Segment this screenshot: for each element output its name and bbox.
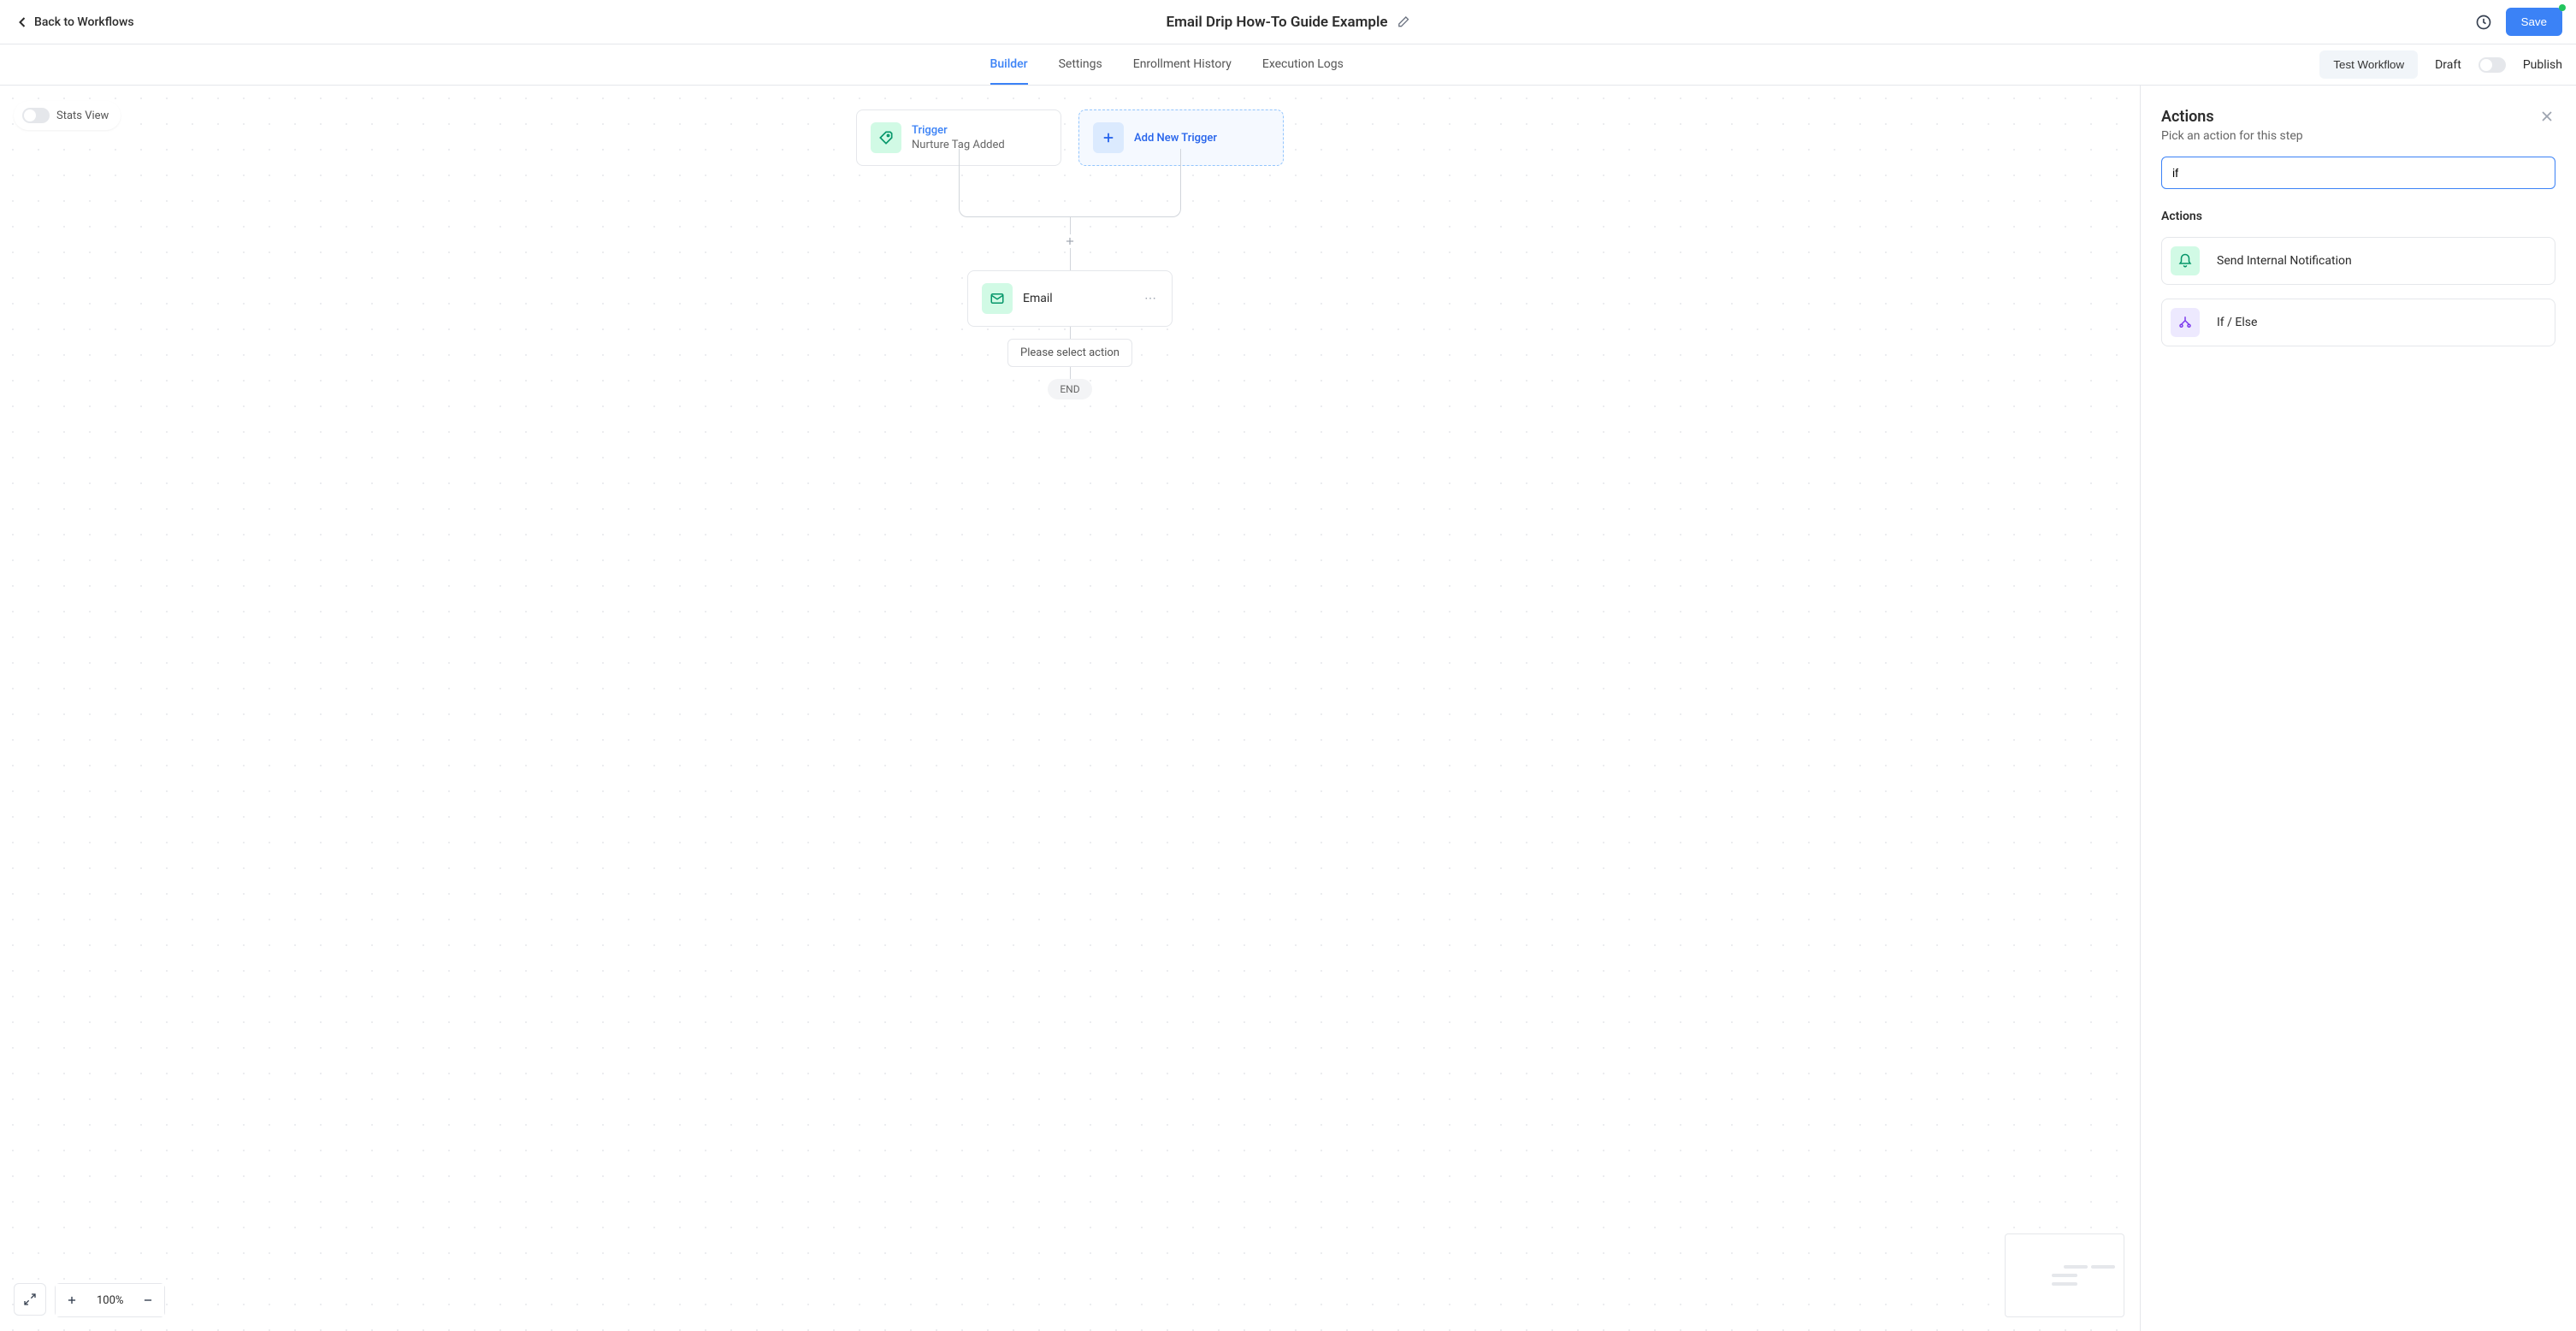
action-send-internal-notification[interactable]: Send Internal Notification [2161,237,2555,285]
email-node-label: Email [1023,292,1053,305]
split-icon [2171,308,2200,337]
save-label: Save [2521,15,2547,28]
test-workflow-button[interactable]: Test Workflow [2319,50,2418,79]
publish-label: Publish [2523,58,2562,72]
tab-enrollment-history[interactable]: Enrollment History [1133,45,1232,85]
save-button[interactable]: Save [2506,8,2562,36]
stats-view-toggle[interactable]: Stats View [14,101,121,130]
node-menu-icon[interactable]: ⋯ [1144,292,1158,305]
bell-icon [2171,246,2200,275]
chevron-left-icon [14,14,31,31]
back-label: Back to Workflows [34,15,134,29]
publish-toggle[interactable] [2479,57,2506,73]
zoom-level: 100% [88,1294,132,1307]
end-node: END [1048,379,1091,399]
email-action-node[interactable]: Email ⋯ [967,270,1173,327]
history-icon[interactable] [2475,14,2492,31]
minimap[interactable] [2005,1233,2124,1317]
plus-icon [66,1294,78,1306]
close-panel-button[interactable] [2538,108,2555,125]
action-search-input[interactable] [2161,157,2555,189]
panel-title: Actions [2161,108,2303,126]
toggle-knob [2480,59,2492,71]
tab-builder[interactable]: Builder [990,45,1028,85]
actions-section-label: Actions [2161,210,2555,223]
actions-panel: Actions Pick an action for this step Act… [2140,86,2576,1331]
unsaved-indicator-icon [2559,4,2566,11]
action-label: Send Internal Notification [2217,254,2352,268]
trigger-label: Trigger [912,124,1005,137]
tab-execution-logs[interactable]: Execution Logs [1262,45,1344,85]
email-icon [982,283,1013,314]
fullscreen-button[interactable] [14,1283,46,1316]
workflow-canvas[interactable]: Stats View Trigger Nurture Tag Added [0,86,2140,1331]
edit-icon[interactable] [1397,15,1410,29]
fullscreen-icon [23,1293,37,1306]
draft-label: Draft [2435,58,2461,72]
zoom-out-button[interactable] [132,1284,164,1316]
tag-icon [871,122,901,153]
select-action-hint: Please select action [1007,339,1132,367]
add-trigger-label: Add New Trigger [1134,132,1217,145]
tab-settings[interactable]: Settings [1059,45,1102,85]
action-label: If / Else [2217,316,2257,329]
zoom-in-button[interactable] [56,1284,88,1316]
add-step-button[interactable] [1063,234,1077,248]
minus-icon [142,1294,154,1306]
stats-toggle-switch[interactable] [22,108,50,123]
workflow-title: Email Drip How-To Guide Example [1166,14,1387,31]
add-trigger-node[interactable]: Add New Trigger [1078,109,1284,166]
panel-subtitle: Pick an action for this step [2161,129,2303,143]
back-to-workflows[interactable]: Back to Workflows [14,14,134,31]
close-icon [2538,108,2555,125]
action-if-else[interactable]: If / Else [2161,299,2555,346]
plus-icon [1093,122,1124,153]
stats-view-label: Stats View [56,109,109,122]
